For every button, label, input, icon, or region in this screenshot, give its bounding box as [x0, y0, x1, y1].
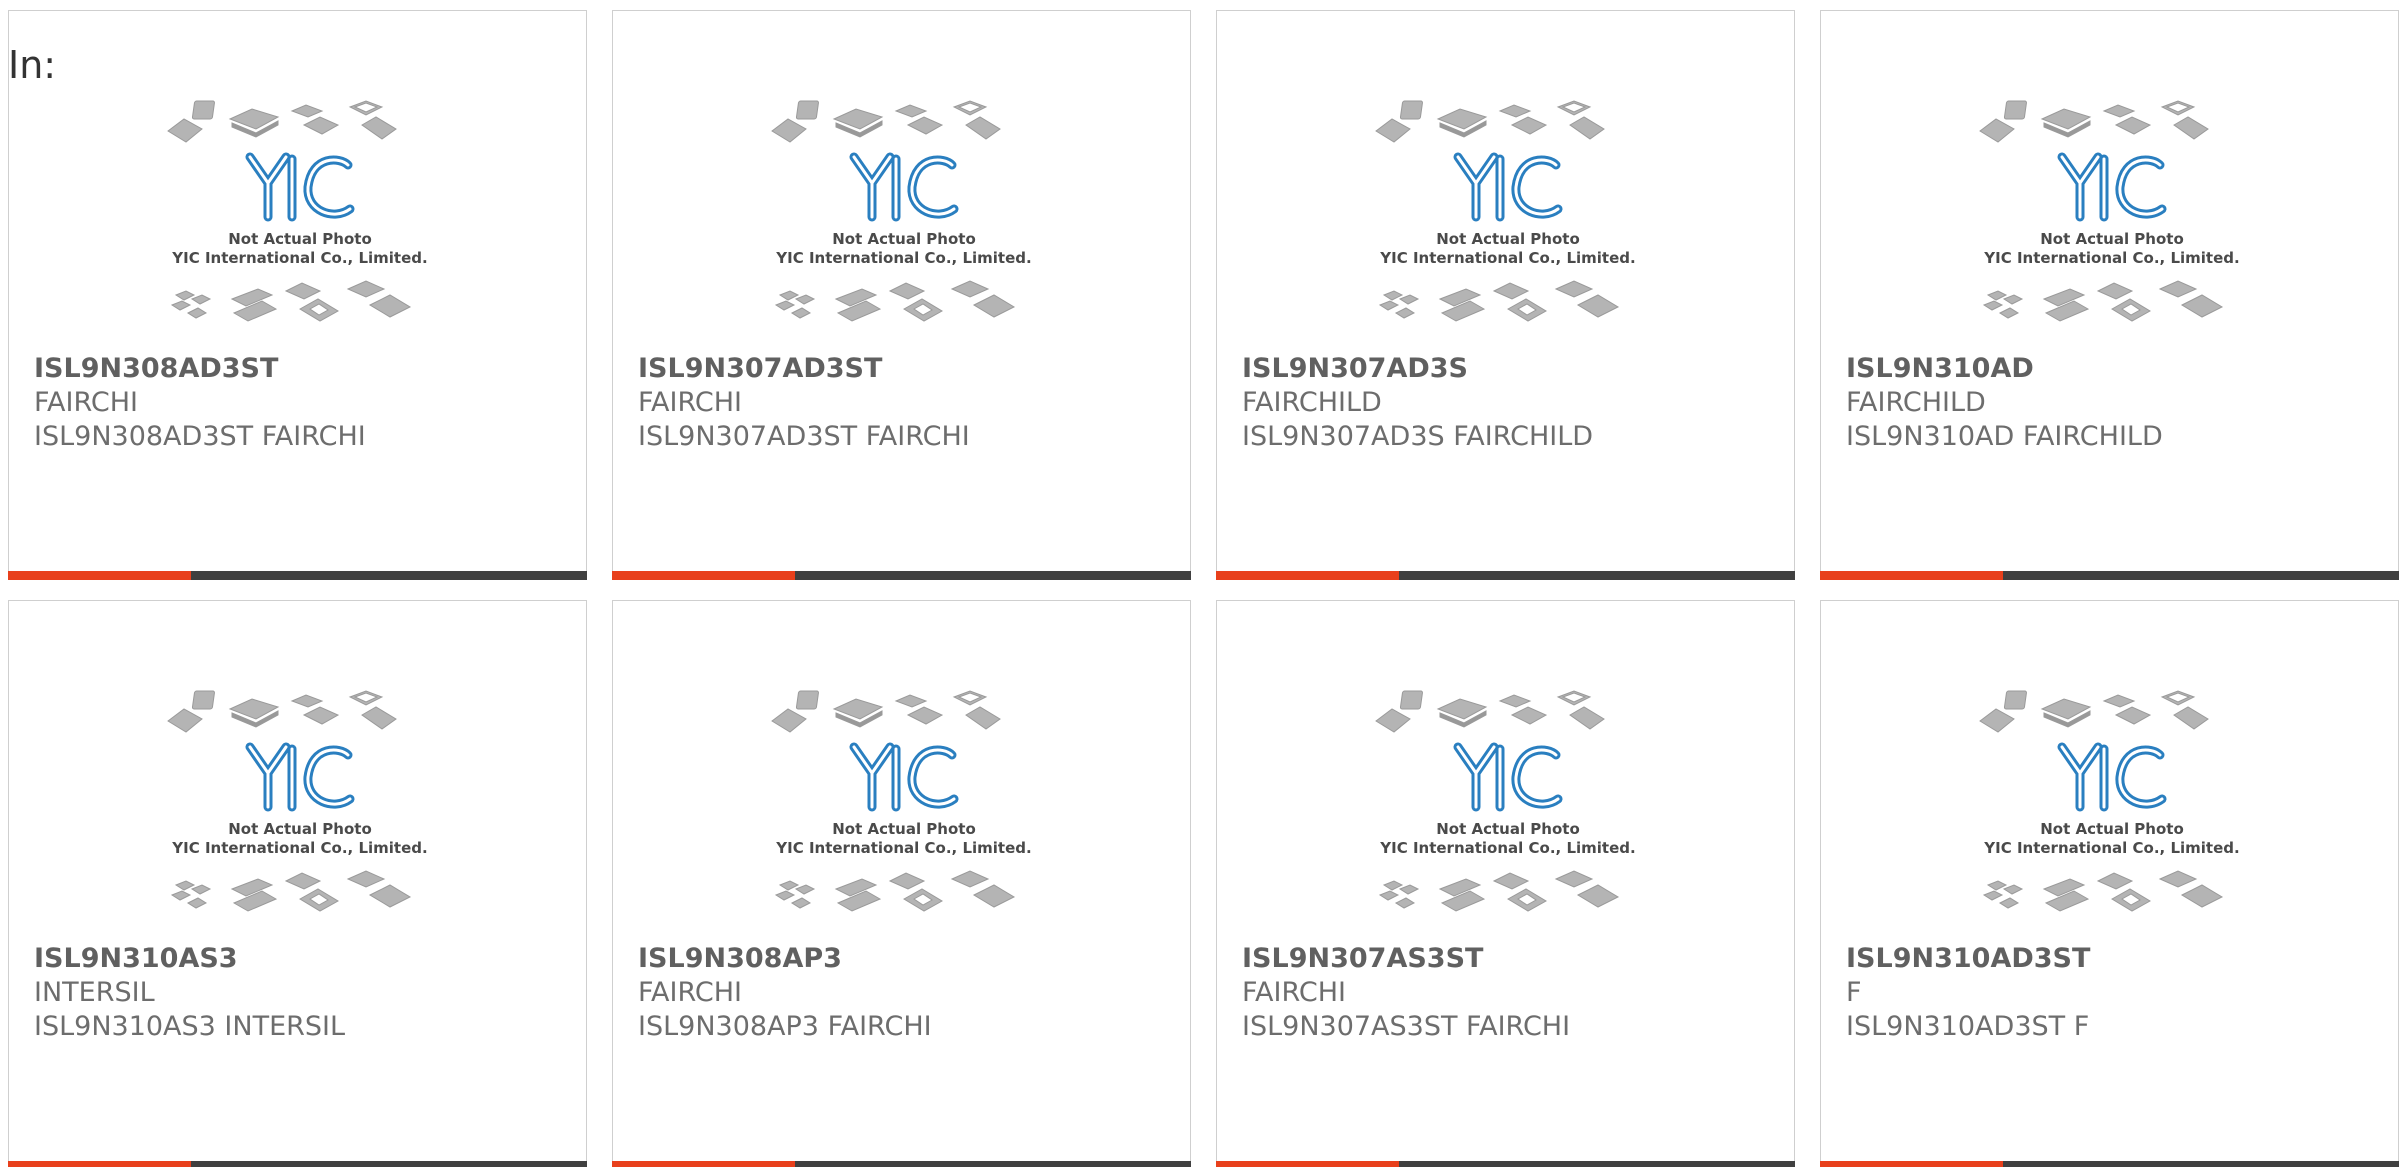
in-label: In: — [8, 43, 57, 87]
manufacturer: FAIRCHILD — [1242, 387, 1382, 418]
card-bottom-bar — [1820, 571, 2399, 580]
card-bottom-bar — [1820, 1161, 2399, 1167]
chip-placeholder-icon: Not Actual Photo YIC International Co., … — [162, 689, 438, 939]
product-card[interactable]: Not Actual Photo YIC International Co., … — [1820, 10, 2399, 580]
svg-text:Not Actual Photo: Not Actual Photo — [832, 230, 976, 248]
svg-text:YIC International Co., Limited: YIC International Co., Limited. — [1983, 249, 2239, 267]
svg-text:Not Actual Photo: Not Actual Photo — [2040, 820, 2184, 838]
card-bottom-bar — [8, 571, 587, 580]
chip-placeholder-icon: Not Actual Photo YIC International Co., … — [1370, 689, 1646, 939]
chip-placeholder-icon: Not Actual Photo YIC International Co., … — [162, 99, 438, 349]
part-description: ISL9N307AD3ST FAIRCHI — [638, 421, 970, 452]
part-description: ISL9N307AS3ST FAIRCHI — [1242, 1011, 1571, 1042]
part-number[interactable]: ISL9N307AD3ST — [638, 352, 882, 386]
card-bar-accent — [1820, 571, 2003, 580]
manufacturer: FAIRCHI — [34, 387, 139, 418]
part-description: ISL9N308AD3ST FAIRCHI — [34, 421, 366, 452]
card-bar-accent — [8, 1161, 191, 1167]
svg-text:Not Actual Photo: Not Actual Photo — [1436, 820, 1580, 838]
chip-placeholder-icon: Not Actual Photo YIC International Co., … — [1974, 99, 2250, 349]
manufacturer: FAIRCHILD — [1846, 387, 1986, 418]
card-bar-accent — [1216, 1161, 1399, 1167]
manufacturer: F — [1846, 977, 1862, 1008]
svg-text:YIC International Co., Limited: YIC International Co., Limited. — [775, 839, 1031, 857]
part-number[interactable]: ISL9N308AP3 — [638, 942, 842, 976]
manufacturer: FAIRCHI — [638, 387, 743, 418]
svg-text:YIC International Co., Limited: YIC International Co., Limited. — [1379, 839, 1635, 857]
product-card[interactable]: Not Actual Photo YIC International Co., … — [1820, 600, 2399, 1167]
page-root: Not Actual Photo YIC International Co., … — [0, 0, 2400, 1167]
product-card[interactable]: Not Actual Photo YIC International Co., … — [8, 10, 587, 580]
svg-text:YIC International Co., Limited: YIC International Co., Limited. — [775, 249, 1031, 267]
part-description: ISL9N310AD FAIRCHILD — [1846, 421, 2163, 452]
part-number[interactable]: ISL9N310AD3ST — [1846, 942, 2090, 976]
part-number[interactable]: ISL9N310AS3 — [34, 942, 238, 976]
product-card[interactable]: Not Actual Photo YIC International Co., … — [1216, 600, 1795, 1167]
card-bar-accent — [8, 571, 191, 580]
card-bottom-bar — [1216, 1161, 1795, 1167]
product-card[interactable]: Not Actual Photo YIC International Co., … — [612, 10, 1191, 580]
manufacturer: INTERSIL — [34, 977, 155, 1008]
part-description: ISL9N310AS3 INTERSIL — [34, 1011, 346, 1042]
card-bar-accent — [1216, 571, 1399, 580]
svg-text:YIC International Co., Limited: YIC International Co., Limited. — [171, 249, 427, 267]
chip-placeholder-icon: Not Actual Photo YIC International Co., … — [766, 99, 1042, 349]
svg-text:YIC International Co., Limited: YIC International Co., Limited. — [1983, 839, 2239, 857]
card-bar-accent — [612, 1161, 795, 1167]
svg-text:Not Actual Photo: Not Actual Photo — [228, 230, 372, 248]
product-card[interactable]: Not Actual Photo YIC International Co., … — [1216, 10, 1795, 580]
part-number[interactable]: ISL9N310AD — [1846, 352, 2034, 386]
svg-text:YIC International Co., Limited: YIC International Co., Limited. — [171, 839, 427, 857]
svg-text:Not Actual Photo: Not Actual Photo — [2040, 230, 2184, 248]
svg-text:Not Actual Photo: Not Actual Photo — [832, 820, 976, 838]
part-description: ISL9N310AD3ST F — [1846, 1011, 2090, 1042]
svg-text:Not Actual Photo: Not Actual Photo — [1436, 230, 1580, 248]
chip-placeholder-icon: Not Actual Photo YIC International Co., … — [1370, 99, 1646, 349]
part-number[interactable]: ISL9N308AD3ST — [34, 352, 278, 386]
part-description: ISL9N308AP3 FAIRCHI — [638, 1011, 932, 1042]
product-grid: Not Actual Photo YIC International Co., … — [8, 10, 2399, 1167]
manufacturer: FAIRCHI — [638, 977, 743, 1008]
card-bottom-bar — [612, 1161, 1191, 1167]
card-bottom-bar — [8, 1161, 587, 1167]
svg-text:Not Actual Photo: Not Actual Photo — [228, 820, 372, 838]
card-bottom-bar — [612, 571, 1191, 580]
card-bar-accent — [612, 571, 795, 580]
card-bottom-bar — [1216, 571, 1795, 580]
product-card[interactable]: Not Actual Photo YIC International Co., … — [612, 600, 1191, 1167]
card-bar-accent — [1820, 1161, 2003, 1167]
manufacturer: FAIRCHI — [1242, 977, 1347, 1008]
product-card[interactable]: Not Actual Photo YIC International Co., … — [8, 600, 587, 1167]
chip-placeholder-icon: Not Actual Photo YIC International Co., … — [766, 689, 1042, 939]
part-number[interactable]: ISL9N307AD3S — [1242, 352, 1468, 386]
part-description: ISL9N307AD3S FAIRCHILD — [1242, 421, 1594, 452]
svg-text:YIC International Co., Limited: YIC International Co., Limited. — [1379, 249, 1635, 267]
part-number[interactable]: ISL9N307AS3ST — [1242, 942, 1483, 976]
chip-placeholder-icon: Not Actual Photo YIC International Co., … — [1974, 689, 2250, 939]
